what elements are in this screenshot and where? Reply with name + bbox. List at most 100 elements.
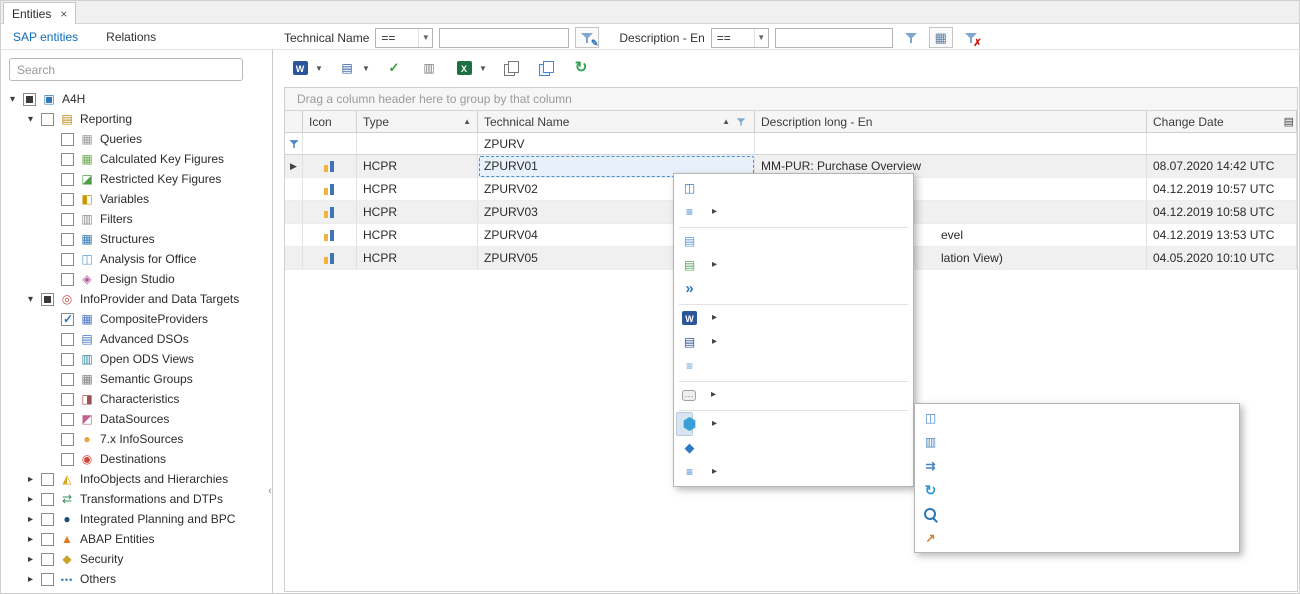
refresh-icon[interactable] [568, 56, 594, 80]
menu-item[interactable]: Display Data Flow [676, 176, 693, 200]
tree-search-box[interactable] [9, 58, 243, 81]
menu-item[interactable] [676, 224, 911, 229]
cell-icon[interactable] [303, 155, 357, 178]
tree-item[interactable]: Semantic Groups [1, 369, 271, 389]
menu-item[interactable]: Scenario Quick Assignment [676, 253, 693, 277]
chevron-down-icon[interactable]: ▼ [418, 29, 432, 47]
expander-icon[interactable] [25, 494, 36, 505]
tree-item[interactable]: Reporting [1, 109, 271, 129]
cell-change-date[interactable]: 04.12.2019 10:57 UTC [1147, 178, 1297, 201]
filter-cell-type[interactable] [357, 133, 478, 154]
tree-item[interactable]: Security [1, 549, 271, 569]
expander-icon[interactable] [25, 534, 36, 545]
tree-item[interactable]: 7.x InfoSources [1, 429, 271, 449]
column-chooser-icon[interactable] [416, 56, 442, 80]
tree-item[interactable]: Transformations and DTPs [1, 489, 271, 509]
toolbar-dropdown-icon[interactable]: ▼ [477, 56, 489, 80]
tree-checkbox[interactable] [41, 473, 54, 486]
cell-type[interactable]: HCPR [357, 247, 478, 270]
copy-with-headers-icon[interactable] [533, 56, 559, 80]
open-documentation-icon[interactable] [334, 56, 360, 80]
tree-checkbox[interactable] [61, 333, 74, 346]
tree-checkbox[interactable] [61, 353, 74, 366]
copy-icon[interactable] [498, 56, 524, 80]
tree-checkbox[interactable] [41, 493, 54, 506]
subtab-relations[interactable]: Relations [102, 30, 160, 44]
collapse-panel-icon[interactable]: ‹ [266, 478, 274, 504]
menu-item[interactable]: Create Documentation [676, 306, 693, 330]
tree-item[interactable]: Destinations [1, 449, 271, 469]
tree-checkbox[interactable] [61, 433, 74, 446]
menu-item[interactable]: List of all created documentations [676, 354, 693, 378]
tree-checkbox[interactable] [41, 293, 54, 306]
submenu-item[interactable]: Data Lineage [917, 526, 934, 550]
apply-filter-button[interactable] [899, 27, 923, 48]
tree-item[interactable]: Others [1, 569, 271, 589]
tree-checkbox[interactable] [61, 153, 74, 166]
cell-icon[interactable] [303, 178, 357, 201]
column-header[interactable]: Technical Name [478, 111, 755, 132]
expander-icon[interactable] [25, 294, 36, 305]
tree-checkbox[interactable] [61, 313, 74, 326]
cell-type[interactable]: HCPR [357, 224, 478, 247]
cell-type[interactable]: HCPR [357, 178, 478, 201]
tree-item[interactable]: Queries [1, 129, 271, 149]
menu-item[interactable]: Scenario Assignment and Usage [676, 229, 693, 253]
tree-item[interactable]: Structures [1, 229, 271, 249]
description-filter-input[interactable] [775, 28, 893, 48]
tree-checkbox[interactable] [41, 533, 54, 546]
tree-item[interactable]: Filters [1, 209, 271, 229]
tree-item[interactable]: ABAP Entities [1, 529, 271, 549]
tree-checkbox[interactable] [41, 113, 54, 126]
tree-checkbox[interactable] [61, 213, 74, 226]
submenu-item[interactable]: Usage in Transports [917, 430, 934, 454]
filter-cell-description[interactable] [755, 133, 1147, 154]
tree-checkbox[interactable] [23, 93, 36, 106]
menu-item[interactable] [676, 407, 911, 412]
tree-checkbox[interactable] [61, 233, 74, 246]
column-header[interactable]: Icon [303, 111, 357, 132]
scenario-assignment-filter-icon[interactable] [381, 56, 407, 80]
cell-change-date[interactable]: 04.05.2020 10:10 UTC [1147, 247, 1297, 270]
tree-checkbox[interactable] [61, 193, 74, 206]
create-documentation-icon[interactable] [287, 56, 313, 80]
expander-icon[interactable] [25, 574, 36, 585]
menu-item[interactable]: Open in Translation Steward [676, 436, 693, 460]
tree-item[interactable]: A4H [1, 89, 271, 109]
tree-item[interactable]: Advanced DSOs [1, 329, 271, 349]
tree-item[interactable]: DataSources [1, 409, 271, 429]
cell-change-date[interactable]: 04.12.2019 10:58 UTC [1147, 201, 1297, 224]
tree-item[interactable]: Calculated Key Figures [1, 149, 271, 169]
tree-checkbox[interactable] [41, 553, 54, 566]
filter-editor-button[interactable] [929, 27, 953, 48]
tree-checkbox[interactable] [61, 393, 74, 406]
menu-item[interactable]: System Scout [676, 412, 693, 436]
cell-change-date[interactable]: 04.12.2019 13:53 UTC [1147, 224, 1297, 247]
tree-item[interactable]: Integrated Planning and BPC [1, 509, 271, 529]
column-filter-icon[interactable] [736, 116, 746, 126]
chevron-down-icon[interactable]: ▼ [754, 29, 768, 47]
tree-checkbox[interactable] [61, 253, 74, 266]
submenu-item[interactable]: Data Loads and Usages [917, 478, 934, 502]
filter-cell-technical-name[interactable]: ZPURV [478, 133, 755, 154]
close-tab-icon[interactable]: × [60, 8, 67, 20]
column-header[interactable]: Description long - En [755, 111, 1147, 132]
tree-item[interactable]: InfoProvider and Data Targets [1, 289, 271, 309]
clear-filter-button[interactable]: ✗ [959, 27, 983, 48]
tree-item[interactable]: Characteristics [1, 389, 271, 409]
cell-type[interactable]: HCPR [357, 155, 478, 178]
tab-entities[interactable]: Entities × [3, 2, 76, 24]
tree-item[interactable]: Analysis for Office [1, 249, 271, 269]
menu-item[interactable]: Collect for Migration Booster [676, 277, 693, 301]
submenu-item[interactable]: Show included InfoObjects and their Data… [917, 454, 934, 478]
expander-icon[interactable] [25, 474, 36, 485]
tree-item[interactable]: InfoObjects and Hierarchies [1, 469, 271, 489]
export-excel-icon[interactable] [451, 56, 477, 80]
tree-checkbox[interactable] [61, 453, 74, 466]
menu-item[interactable] [676, 378, 911, 383]
tree-item[interactable]: Restricted Key Figures [1, 169, 271, 189]
menu-item[interactable]: Others [676, 460, 693, 484]
toolbar-dropdown-icon[interactable]: ▼ [360, 56, 372, 80]
column-customize-icon[interactable]: ▤ [1284, 115, 1294, 128]
filter-cell-change-date[interactable] [1147, 133, 1297, 154]
